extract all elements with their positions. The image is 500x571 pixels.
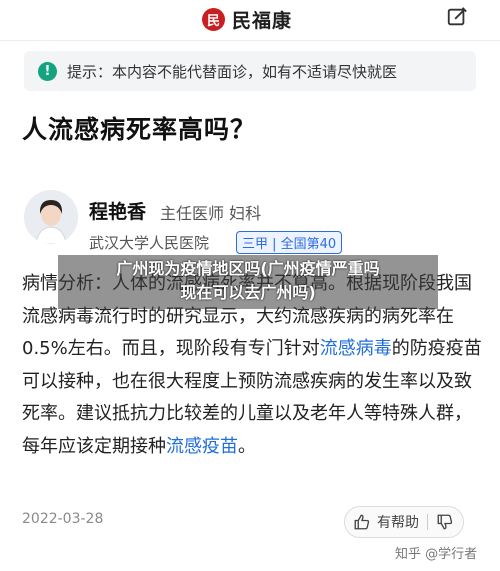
- edit-icon[interactable]: [446, 6, 468, 28]
- page: 民 民福康 ! 提示：本内容不能代替面诊，如有不适请尽快就医 人流感病死率高吗？…: [0, 0, 500, 571]
- brand-name: 民福康: [232, 9, 293, 32]
- avatar-portrait-icon: [24, 190, 78, 244]
- watermark-caption: 广州现为疫情地区吗(广州疫情严重吗 现在可以去广州吗): [60, 257, 436, 305]
- top-bar: 民 民福康: [0, 0, 500, 41]
- watermark-line-2: 现在可以去广州吗): [180, 283, 316, 302]
- answer-part-3: 。: [238, 435, 256, 457]
- doctor-name[interactable]: 程艳香: [89, 197, 146, 224]
- doctor-title: 主任医师 妇科: [160, 204, 262, 223]
- notice-text: 提示：本内容不能代替面诊，如有不适请尽快就医: [67, 62, 398, 81]
- info-icon: !: [38, 61, 57, 81]
- hospital-rank-badge: 三甲 | 全国第40: [236, 231, 343, 254]
- feedback-divider: [427, 514, 428, 530]
- flu-vaccine-link[interactable]: 流感疫苗: [166, 436, 238, 457]
- thumbs-up-icon[interactable]: [353, 513, 371, 531]
- doctor-hospital[interactable]: 武汉大学人民医院: [89, 232, 209, 253]
- watermark-line-1: 广州现为疫情地区吗(广州疫情严重吗: [116, 259, 380, 278]
- doctor-avatar[interactable]: [24, 190, 78, 244]
- source-watermark: 知乎 @学行者: [395, 547, 478, 562]
- disclaimer-notice: ! 提示：本内容不能代替面诊，如有不适请尽快就医: [24, 51, 476, 91]
- answer-date: 2022-03-28: [22, 511, 104, 527]
- thumbs-down-icon[interactable]: [436, 513, 454, 531]
- brand[interactable]: 民 民福康: [202, 6, 292, 32]
- helpful-feedback: 有帮助: [344, 506, 464, 538]
- question-title: 人流感病死率高吗？: [22, 115, 257, 144]
- helpful-label[interactable]: 有帮助: [377, 512, 419, 532]
- brand-logo-icon: 民: [202, 7, 225, 31]
- flu-virus-link[interactable]: 流感病毒: [320, 338, 392, 359]
